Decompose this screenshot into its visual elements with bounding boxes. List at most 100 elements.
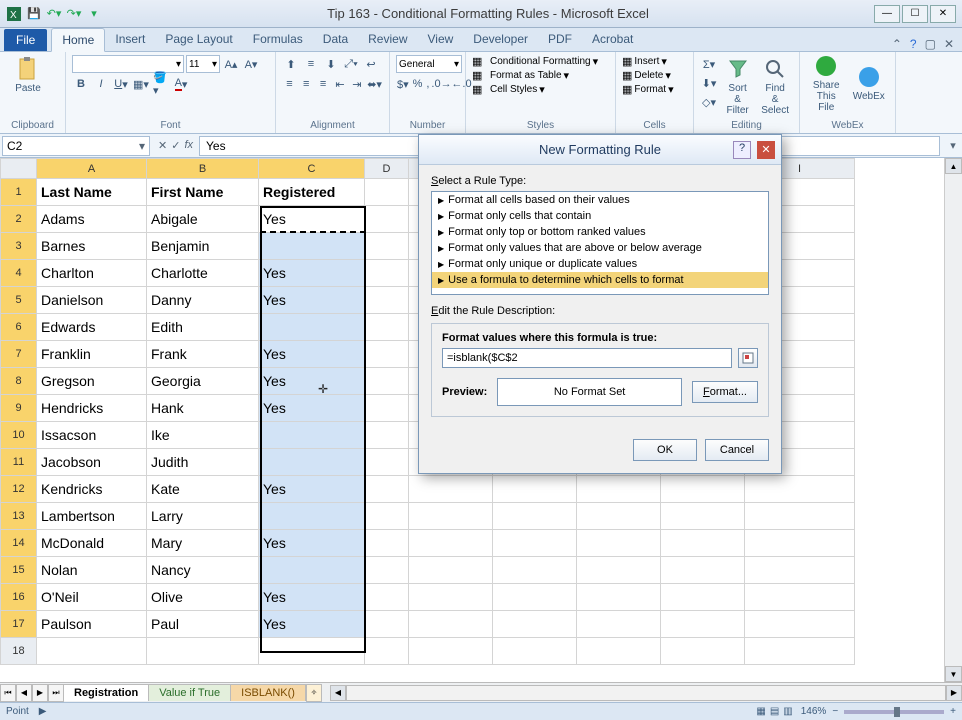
- cell-D13[interactable]: [365, 503, 409, 530]
- tab-insert[interactable]: Insert: [105, 28, 155, 51]
- cell-I12[interactable]: [745, 476, 855, 503]
- cell-E14[interactable]: [409, 530, 493, 557]
- clear-icon[interactable]: ◇▾: [700, 93, 718, 111]
- cell-C6[interactable]: [259, 314, 365, 341]
- cell-D4[interactable]: [365, 260, 409, 287]
- cell-D5[interactable]: [365, 287, 409, 314]
- cell-F14[interactable]: [493, 530, 577, 557]
- align-left-icon[interactable]: ≡: [282, 75, 297, 93]
- ribbon-close-icon[interactable]: ✕: [944, 37, 954, 51]
- tab-view[interactable]: View: [418, 28, 464, 51]
- align-top-icon[interactable]: ⬆: [282, 55, 300, 73]
- sheet-tab-registration[interactable]: Registration: [63, 684, 149, 701]
- cell-A15[interactable]: Nolan: [37, 557, 147, 584]
- increase-indent-icon[interactable]: ⇥: [349, 75, 364, 93]
- cell-H18[interactable]: [661, 638, 745, 665]
- cell-C5[interactable]: Yes: [259, 287, 365, 314]
- dialog-close-icon[interactable]: ✕: [757, 141, 775, 159]
- cell-A9[interactable]: Hendricks: [37, 395, 147, 422]
- minimize-ribbon-icon[interactable]: ⌃: [892, 37, 902, 51]
- cell-B11[interactable]: Judith: [147, 449, 259, 476]
- underline-button[interactable]: U▾: [112, 75, 130, 93]
- cell-styles-button[interactable]: ▦Cell Styles▾: [472, 83, 609, 96]
- cell-B6[interactable]: Edith: [147, 314, 259, 341]
- cell-F15[interactable]: [493, 557, 577, 584]
- horizontal-scrollbar[interactable]: ◀ ▶: [330, 685, 962, 701]
- cell-B18[interactable]: [147, 638, 259, 665]
- cell-C9[interactable]: Yes: [259, 395, 365, 422]
- view-normal-icon[interactable]: ▦: [756, 706, 765, 717]
- cell-D9[interactable]: [365, 395, 409, 422]
- cell-B2[interactable]: Abigale: [147, 206, 259, 233]
- cell-F12[interactable]: [493, 476, 577, 503]
- cell-C18[interactable]: [259, 638, 365, 665]
- close-button[interactable]: ✕: [930, 5, 956, 23]
- cell-B7[interactable]: Frank: [147, 341, 259, 368]
- cell-C13[interactable]: [259, 503, 365, 530]
- cell-D16[interactable]: [365, 584, 409, 611]
- cancel-button[interactable]: Cancel: [705, 439, 769, 461]
- cell-A7[interactable]: Franklin: [37, 341, 147, 368]
- dialog-titlebar[interactable]: New Formatting Rule ? ✕: [419, 135, 781, 165]
- range-selector-icon[interactable]: [738, 348, 758, 368]
- cell-B13[interactable]: Larry: [147, 503, 259, 530]
- wrap-text-icon[interactable]: ↩: [362, 55, 380, 73]
- cell-I14[interactable]: [745, 530, 855, 557]
- cell-G14[interactable]: [577, 530, 661, 557]
- cell-D11[interactable]: [365, 449, 409, 476]
- cell-C15[interactable]: [259, 557, 365, 584]
- cell-A11[interactable]: Jacobson: [37, 449, 147, 476]
- rule-type-item[interactable]: ▶Format only unique or duplicate values: [432, 256, 768, 272]
- cell-I13[interactable]: [745, 503, 855, 530]
- cell-A16[interactable]: O'Neil: [37, 584, 147, 611]
- cell-E12[interactable]: [409, 476, 493, 503]
- redo-icon[interactable]: ↷▾: [66, 6, 82, 22]
- cell-A1[interactable]: Last Name: [37, 179, 147, 206]
- tab-developer[interactable]: Developer: [463, 28, 538, 51]
- cell-B4[interactable]: Charlotte: [147, 260, 259, 287]
- cell-A17[interactable]: Paulson: [37, 611, 147, 638]
- row-header-6[interactable]: 6: [1, 314, 37, 341]
- help-icon[interactable]: ?: [910, 37, 917, 51]
- maximize-button[interactable]: ☐: [902, 5, 928, 23]
- cell-C3[interactable]: [259, 233, 365, 260]
- cell-D12[interactable]: [365, 476, 409, 503]
- tab-pdf[interactable]: PDF: [538, 28, 582, 51]
- cell-B5[interactable]: Danny: [147, 287, 259, 314]
- cell-H14[interactable]: [661, 530, 745, 557]
- tab-formulas[interactable]: Formulas: [243, 28, 313, 51]
- cell-C17[interactable]: Yes: [259, 611, 365, 638]
- zoom-out-icon[interactable]: −: [832, 706, 838, 717]
- scroll-down-icon[interactable]: ▼: [945, 666, 962, 682]
- rule-type-item[interactable]: ▶Use a formula to determine which cells …: [432, 272, 768, 288]
- new-sheet-icon[interactable]: ✧: [306, 684, 322, 702]
- paste-button[interactable]: Paste: [6, 55, 50, 96]
- row-header-18[interactable]: 18: [1, 638, 37, 665]
- row-header-16[interactable]: 16: [1, 584, 37, 611]
- formula-expand-icon[interactable]: ▾: [944, 139, 962, 152]
- cell-A3[interactable]: Barnes: [37, 233, 147, 260]
- align-center-icon[interactable]: ≡: [299, 75, 314, 93]
- cell-C4[interactable]: Yes: [259, 260, 365, 287]
- tab-home[interactable]: Home: [51, 28, 105, 52]
- cell-E16[interactable]: [409, 584, 493, 611]
- cell-I15[interactable]: [745, 557, 855, 584]
- cell-D15[interactable]: [365, 557, 409, 584]
- format-button[interactable]: Format...: [692, 381, 758, 403]
- cell-H16[interactable]: [661, 584, 745, 611]
- save-icon[interactable]: 💾: [26, 6, 42, 22]
- increase-font-icon[interactable]: A▴: [222, 55, 240, 73]
- decrease-indent-icon[interactable]: ⇤: [333, 75, 348, 93]
- vertical-scrollbar[interactable]: ▲ ▼: [944, 158, 962, 682]
- cell-A10[interactable]: Issacson: [37, 422, 147, 449]
- align-right-icon[interactable]: ≡: [316, 75, 331, 93]
- view-break-icon[interactable]: ▥: [783, 706, 792, 717]
- cell-D10[interactable]: [365, 422, 409, 449]
- cell-A8[interactable]: Gregson: [37, 368, 147, 395]
- currency-icon[interactable]: $▾: [396, 75, 410, 93]
- row-header-4[interactable]: 4: [1, 260, 37, 287]
- tab-review[interactable]: Review: [358, 28, 417, 51]
- qat-dropdown-icon[interactable]: ▾: [86, 6, 102, 22]
- orientation-icon[interactable]: ⤢▾: [342, 55, 360, 73]
- comma-icon[interactable]: ,: [425, 75, 430, 93]
